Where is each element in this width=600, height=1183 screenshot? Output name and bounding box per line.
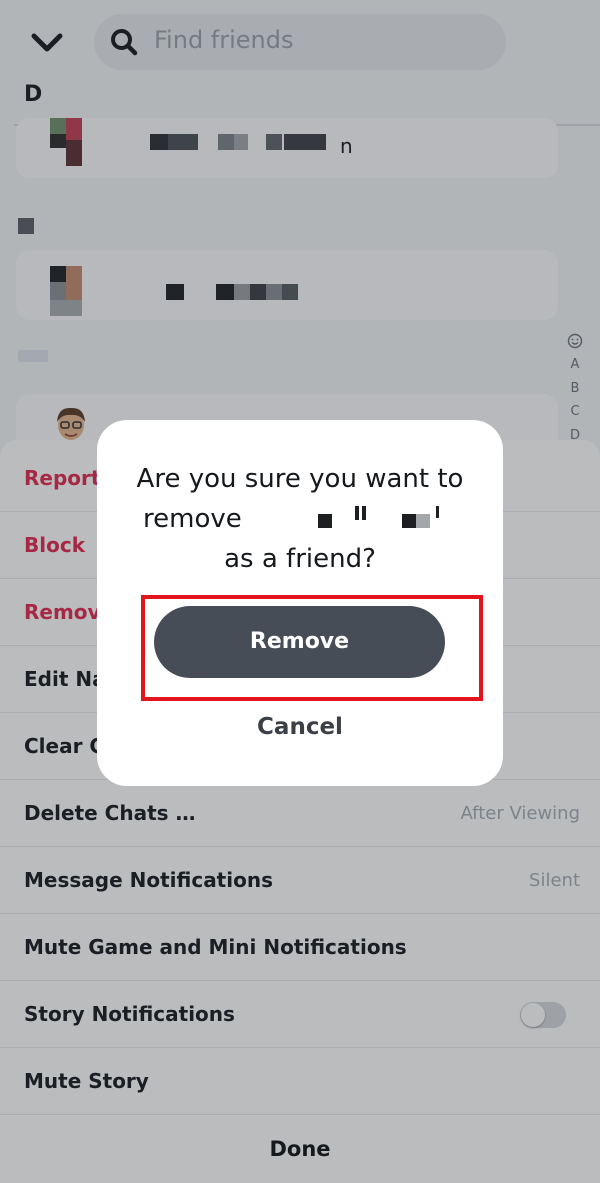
- dialog-message-line3: as a friend?: [224, 544, 376, 574]
- cancel-button[interactable]: Cancel: [200, 702, 400, 752]
- dialog-remove-word: remove: [143, 504, 242, 534]
- confirm-remove-button[interactable]: Remove: [154, 606, 445, 678]
- done-button[interactable]: Done: [0, 1115, 600, 1183]
- dialog-message-line2: remove: [97, 504, 503, 534]
- dialog-message-line1: Are you sure you want to: [136, 464, 464, 494]
